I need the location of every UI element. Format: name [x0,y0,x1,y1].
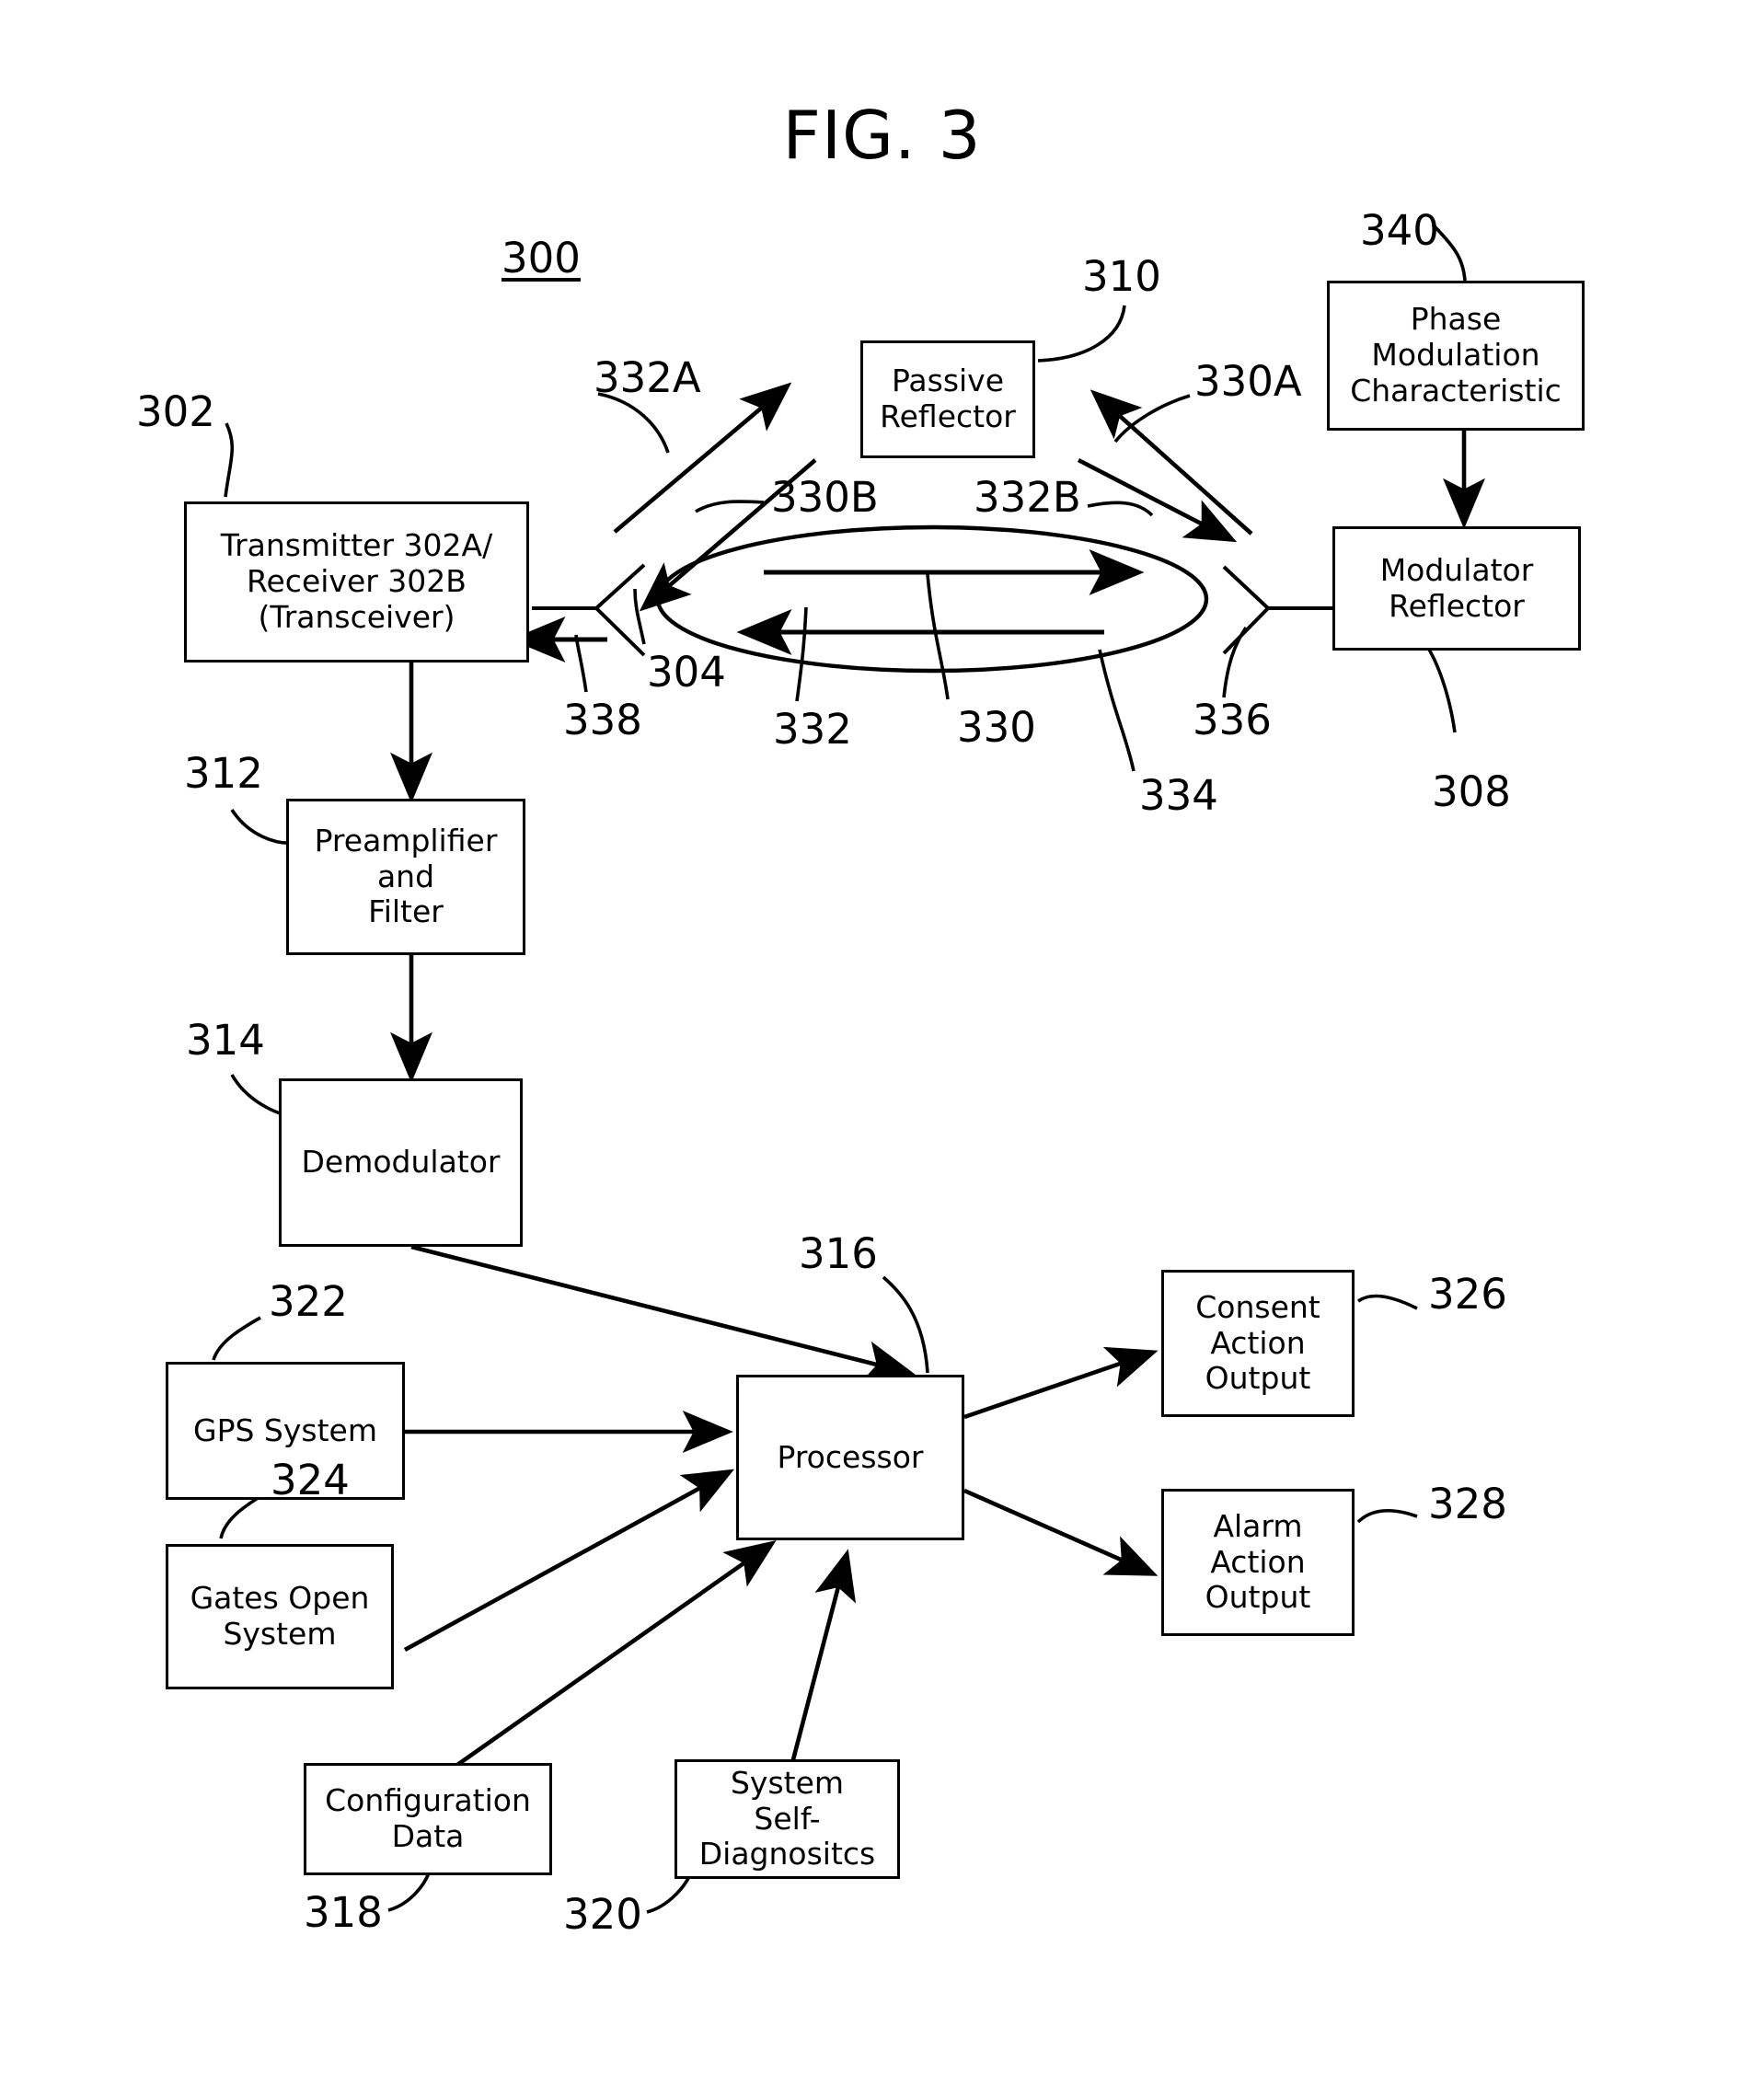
ref-330A: 330A [1194,357,1302,406]
ref-332A: 332A [594,353,701,402]
ref-326: 326 [1428,1270,1507,1319]
figure-title: FIG. 3 [782,97,982,174]
ref-338: 338 [563,696,642,744]
figure-root: FIG. 3 Transmitter 302A/ Receiver 302B (… [0,0,1764,2074]
ref-316: 316 [799,1229,878,1278]
passive-reflector-box[interactable]: Passive Reflector [860,340,1035,458]
modulator-reflector-label: Modulator Reflector [1379,551,1534,624]
ref-304: 304 [647,648,726,697]
demodulator-label: Demodulator [301,1144,501,1181]
ref-340: 340 [1360,206,1439,255]
transceiver-label: Transmitter 302A/ Receiver 302B (Transce… [220,527,493,635]
ref-328: 328 [1428,1480,1507,1528]
demodulator-box[interactable]: Demodulator [279,1078,523,1247]
alarm-action-output-label: Alarm Action Output [1205,1507,1311,1616]
ref-318: 318 [304,1888,383,1937]
ref-300: 300 [502,234,581,282]
modulator-reflector-box[interactable]: Modulator Reflector [1332,526,1581,651]
ref-322: 322 [269,1277,348,1326]
gates-open-system-label: Gates Open System [190,1580,370,1652]
gps-system-label: GPS System [193,1411,377,1448]
preamplifier-and-filter-box[interactable]: Preamplifier and Filter [286,799,525,955]
ref-314: 314 [186,1016,265,1065]
configuration-data-label: Configuration Data [325,1782,531,1854]
system-self-diagnostics-label: System Self- Diagnositcs [698,1764,876,1872]
ref-302: 302 [136,387,215,436]
ref-334: 334 [1139,771,1218,820]
transceiver-box[interactable]: Transmitter 302A/ Receiver 302B (Transce… [184,501,529,663]
ref-332B: 332B [974,473,1081,522]
ref-324: 324 [271,1456,350,1504]
alarm-action-output-box[interactable]: Alarm Action Output [1161,1489,1355,1636]
processor-label: Processor [777,1438,924,1475]
ref-330B: 330B [771,473,879,522]
ref-310: 310 [1082,252,1161,301]
gates-open-system-box[interactable]: Gates Open System [166,1544,394,1689]
preamplifier-and-filter-label: Preamplifier and Filter [314,822,498,930]
consent-action-output-label: Consent Action Output [1195,1288,1320,1397]
ref-312: 312 [184,749,263,798]
passive-reflector-label: Passive Reflector [880,363,1016,434]
configuration-data-box[interactable]: Configuration Data [304,1763,552,1875]
consent-action-output-box[interactable]: Consent Action Output [1161,1270,1355,1417]
ref-336: 336 [1193,696,1272,744]
ref-332: 332 [773,705,852,754]
phase-modulation-characteristic-label: Phase Modulation Characteristic [1350,301,1562,409]
phase-modulation-characteristic-box[interactable]: Phase Modulation Characteristic [1327,281,1585,431]
ref-308: 308 [1432,767,1511,816]
ref-330: 330 [957,703,1036,752]
processor-box[interactable]: Processor [736,1375,964,1540]
ref-320: 320 [563,1890,642,1939]
system-self-diagnostics-box[interactable]: System Self- Diagnositcs [674,1759,900,1879]
